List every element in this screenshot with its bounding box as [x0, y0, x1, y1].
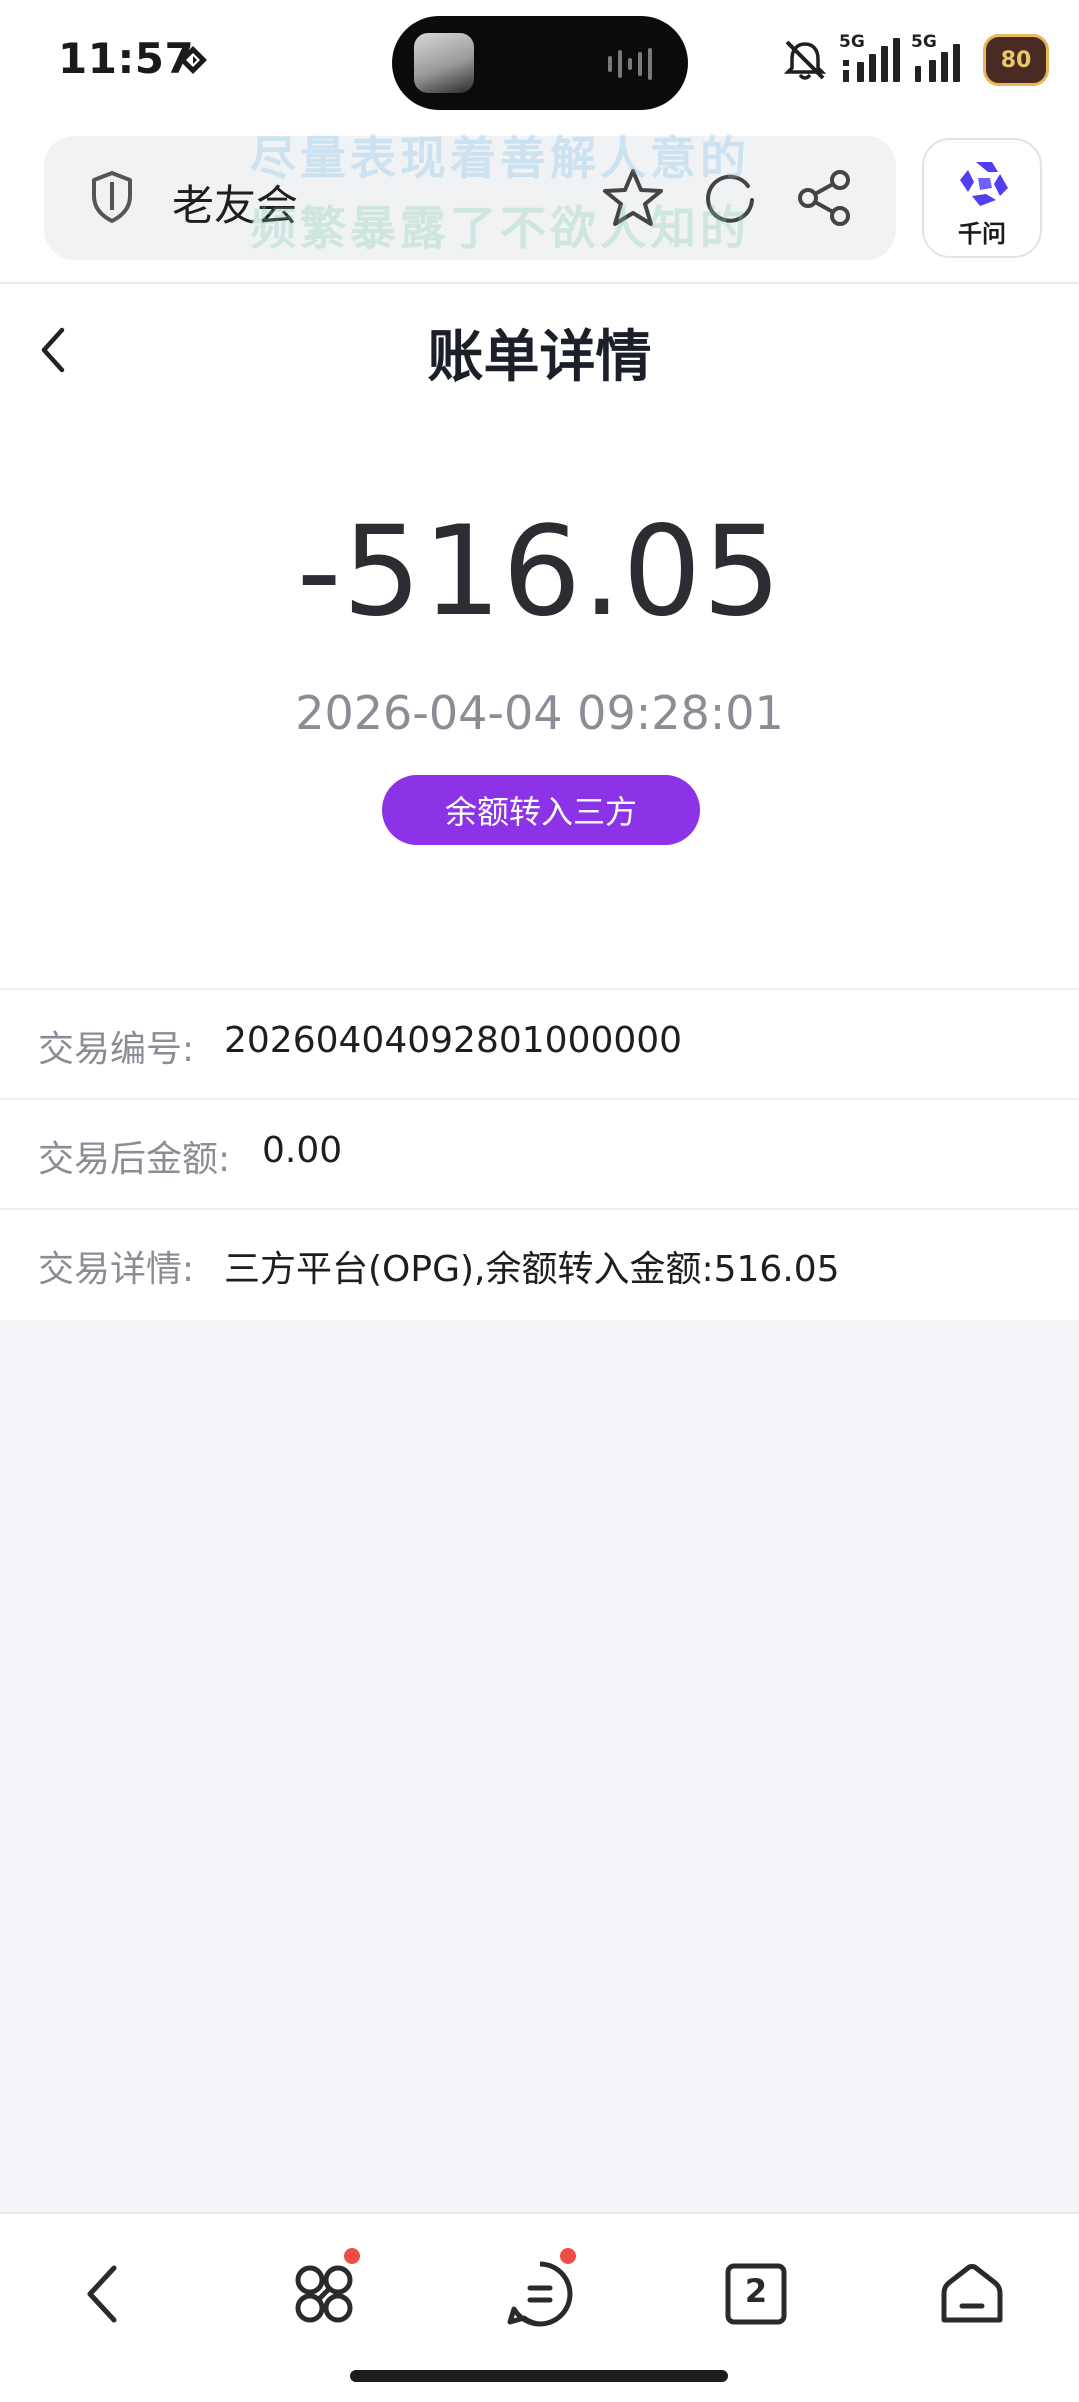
- audio-waveform-icon: [608, 48, 652, 80]
- nav-back-icon[interactable]: [66, 2254, 146, 2334]
- detail-value: 0.00: [262, 1130, 343, 1171]
- status-time: 11:57: [58, 34, 195, 83]
- watermark-text: 尽量表现着善解人意的: [250, 131, 750, 185]
- navigation-arrow-icon: [179, 46, 207, 74]
- qianwen-ai-button[interactable]: 千问: [922, 138, 1042, 258]
- detail-row-transaction-id: 交易编号: 20260404092801000000: [0, 988, 1079, 1098]
- detail-row-description: 交易详情: 三方平台(OPG),余额转入金额:516.05: [0, 1208, 1079, 1318]
- cellular-signal-icon: 5G: [911, 32, 973, 84]
- detail-label: 交易后金额:: [38, 1139, 231, 1180]
- dynamic-island[interactable]: [392, 16, 688, 110]
- detail-label: 交易详情:: [38, 1249, 195, 1290]
- music-cover-thumbnail: [414, 33, 474, 93]
- battery-indicator: 80: [983, 34, 1049, 86]
- status-icons: 5G 5G 80: [781, 30, 1049, 90]
- home-icon[interactable]: [932, 2254, 1012, 2334]
- divider: [0, 282, 1079, 284]
- transaction-type-badge: 余额转入三方: [382, 775, 700, 845]
- tab-count: 2: [744, 2272, 768, 2310]
- nav-discover-button[interactable]: [284, 2248, 364, 2334]
- transaction-datetime: 2026-04-04 09:28:01: [295, 686, 784, 740]
- detail-value: 20260404092801000000: [224, 1020, 683, 1061]
- notification-dot: [344, 2248, 360, 2264]
- discover-icon: [295, 2265, 353, 2323]
- notification-dot: [560, 2248, 576, 2264]
- watermark-text: 频繁暴露了不欲人知的: [250, 201, 750, 255]
- ai-button-label: 千问: [958, 220, 1006, 248]
- mute-bell-icon: [783, 40, 827, 80]
- transaction-details-list: 交易编号: 20260404092801000000 交易后金额: 0.00 交…: [0, 988, 1079, 1318]
- detail-label: 交易编号:: [38, 1029, 195, 1070]
- cellular-signal-icon: 5G: [839, 32, 901, 84]
- qianwen-logo-icon: [960, 162, 1008, 206]
- page-title: 账单详情: [427, 325, 652, 390]
- detail-row-balance-after: 交易后金额: 0.00: [0, 1098, 1079, 1208]
- nav-tabs-button[interactable]: 2: [716, 2254, 796, 2334]
- transaction-amount: -516.05: [296, 500, 783, 644]
- home-indicator[interactable]: [350, 2370, 728, 2382]
- nav-menu-button[interactable]: [500, 2248, 580, 2334]
- detail-value: 三方平台(OPG),余额转入金额:516.05: [224, 1249, 840, 1290]
- shield-icon[interactable]: [90, 170, 134, 224]
- menu-icon: [507, 2261, 573, 2327]
- share-icon[interactable]: [796, 168, 854, 228]
